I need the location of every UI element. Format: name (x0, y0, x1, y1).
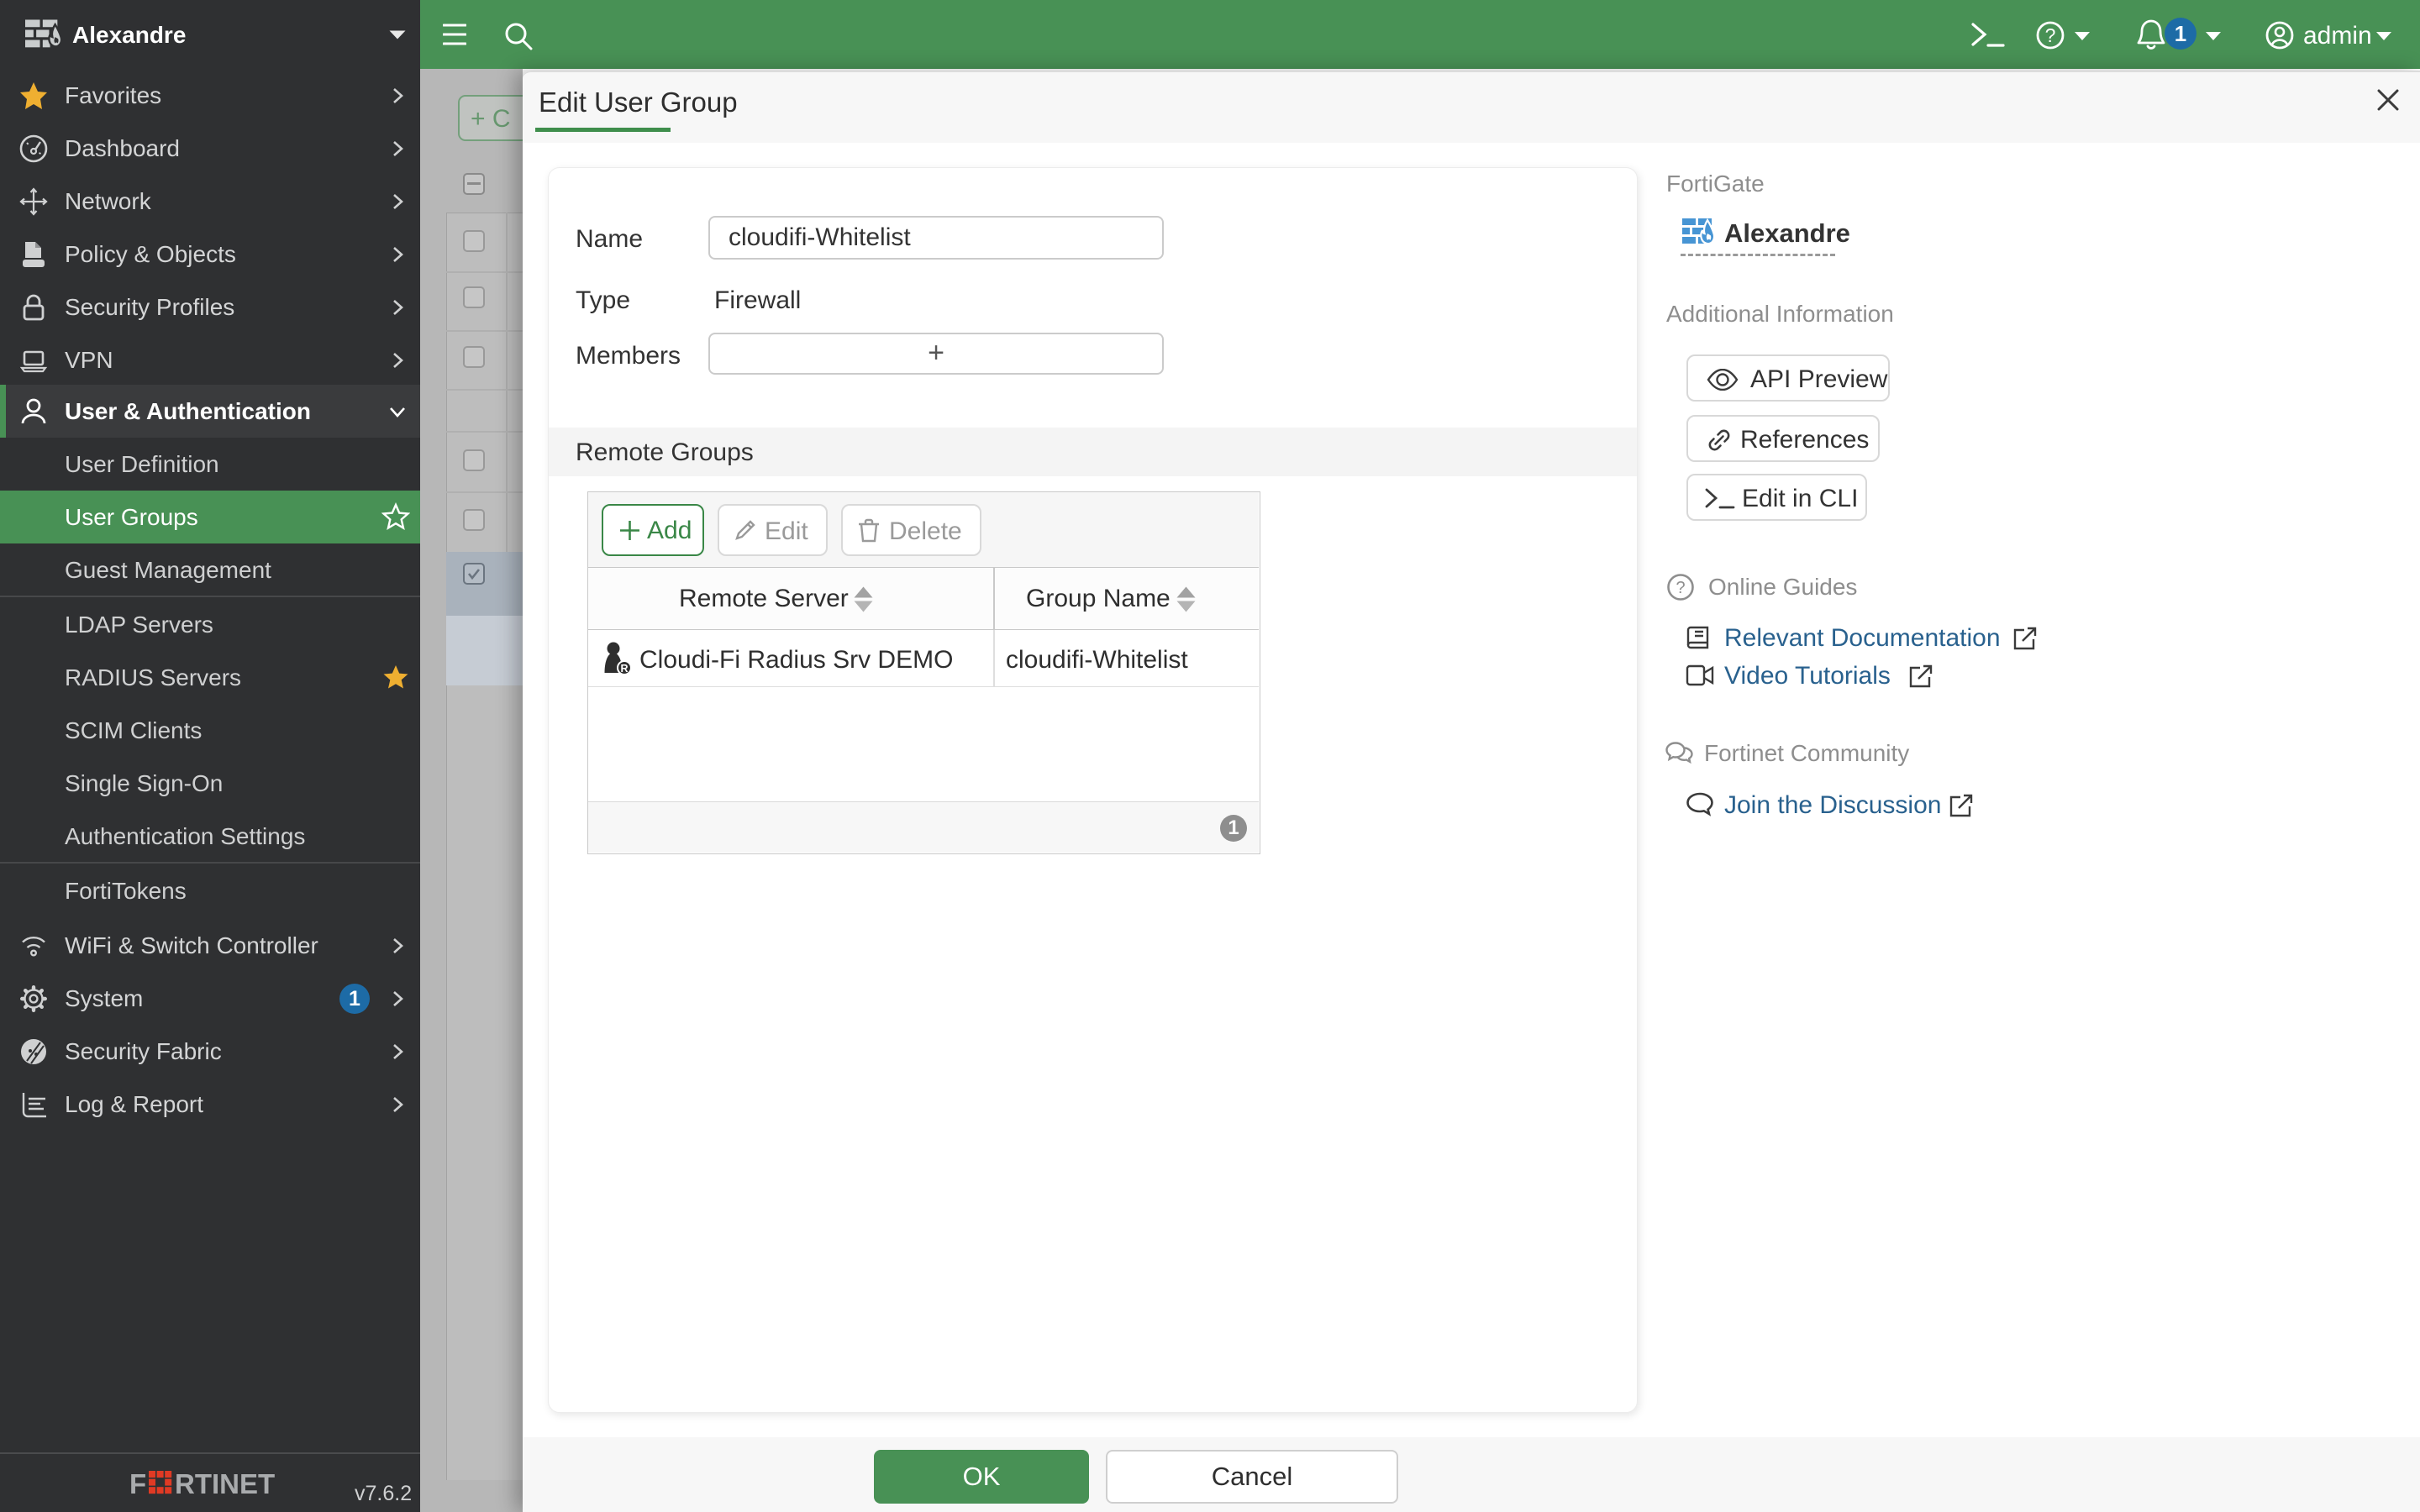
svg-text:RTINET: RTINET (175, 1468, 275, 1497)
svg-text:R: R (620, 663, 628, 675)
svg-text:?: ? (1676, 579, 1685, 597)
svg-text:F: F (130, 1468, 146, 1497)
svg-text:?: ? (2045, 24, 2056, 46)
